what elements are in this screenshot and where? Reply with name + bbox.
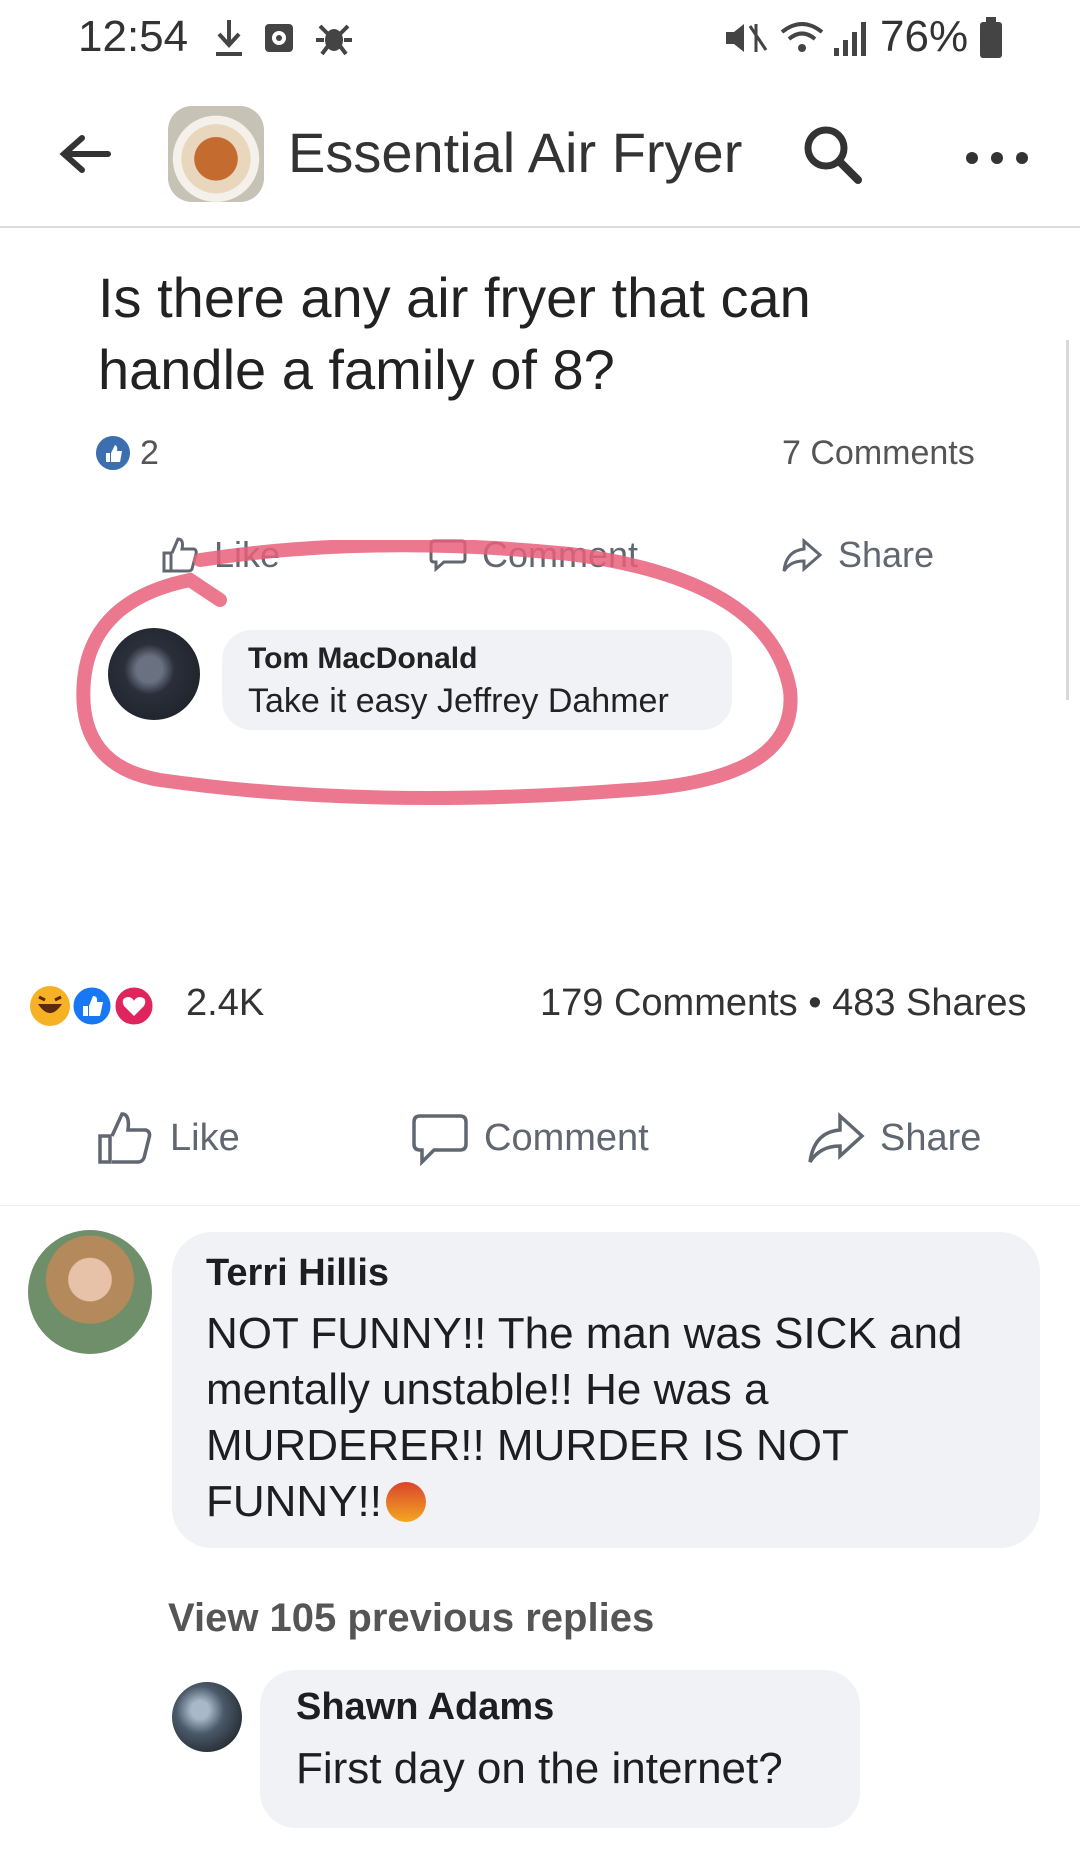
love-reaction-icon [112,984,156,1028]
comment-icon [412,1114,468,1166]
divider [0,1205,1080,1206]
reaction-icons[interactable] [28,982,178,1030]
inner-comments-count: 7 Comments [782,434,975,472]
inner-like-count: 2 [140,434,159,472]
comment-text-body: NOT FUNNY!! The man was SICK and mentall… [206,1309,963,1526]
like-label: Like [170,1116,240,1159]
edge-artifact [1066,340,1069,700]
share-button[interactable]: Share [806,1110,981,1166]
like-reaction-icon [70,984,114,1028]
wifi-icon [780,22,824,52]
back-arrow-icon[interactable] [58,134,112,174]
more-icon[interactable] [962,148,1032,168]
haha-reaction-icon [30,986,70,1026]
reaction-count[interactable]: 2.4K [186,982,264,1025]
reply-text: First day on the internet? [296,1744,783,1793]
view-previous-replies-link[interactable]: View 105 previous replies [168,1596,654,1641]
comment-label: Comment [484,1116,649,1159]
inner-share-label: Share [838,534,935,575]
app-header: Essential Air Fryer [0,96,1080,228]
red-highlight-circle [76,540,798,805]
search-icon[interactable] [800,122,864,186]
like-button[interactable]: Like [96,1110,240,1166]
bug-icon [316,24,352,56]
group-avatar[interactable] [168,106,264,202]
reply-author[interactable]: Shawn Adams [296,1686,554,1729]
battery-icon [980,17,1002,58]
status-time: 12:54 [78,12,189,61]
reply-avatar[interactable] [172,1682,242,1752]
battery-level: 76% [880,12,969,61]
comments-shares-count[interactable]: 179 Comments • 483 Shares [540,982,1026,1025]
camera-icon [265,24,293,52]
angry-face-icon [386,1482,426,1522]
commenter-name[interactable]: Terri Hillis [206,1252,389,1295]
comment-text: NOT FUNNY!! The man was SICK and mentall… [206,1306,1026,1530]
thumbs-up-icon [98,1112,152,1164]
post-question: Is there any air fryer that can handle a… [98,266,811,401]
share-icon [808,1112,865,1163]
comment-button[interactable]: Comment [410,1110,649,1166]
signal-icon [834,22,866,56]
mute-icon [726,24,768,52]
like-reaction-icon [96,436,130,470]
commenter-avatar[interactable] [28,1230,152,1354]
group-name[interactable]: Essential Air Fryer [288,120,742,185]
share-label: Share [880,1116,982,1159]
download-icon [216,20,242,56]
